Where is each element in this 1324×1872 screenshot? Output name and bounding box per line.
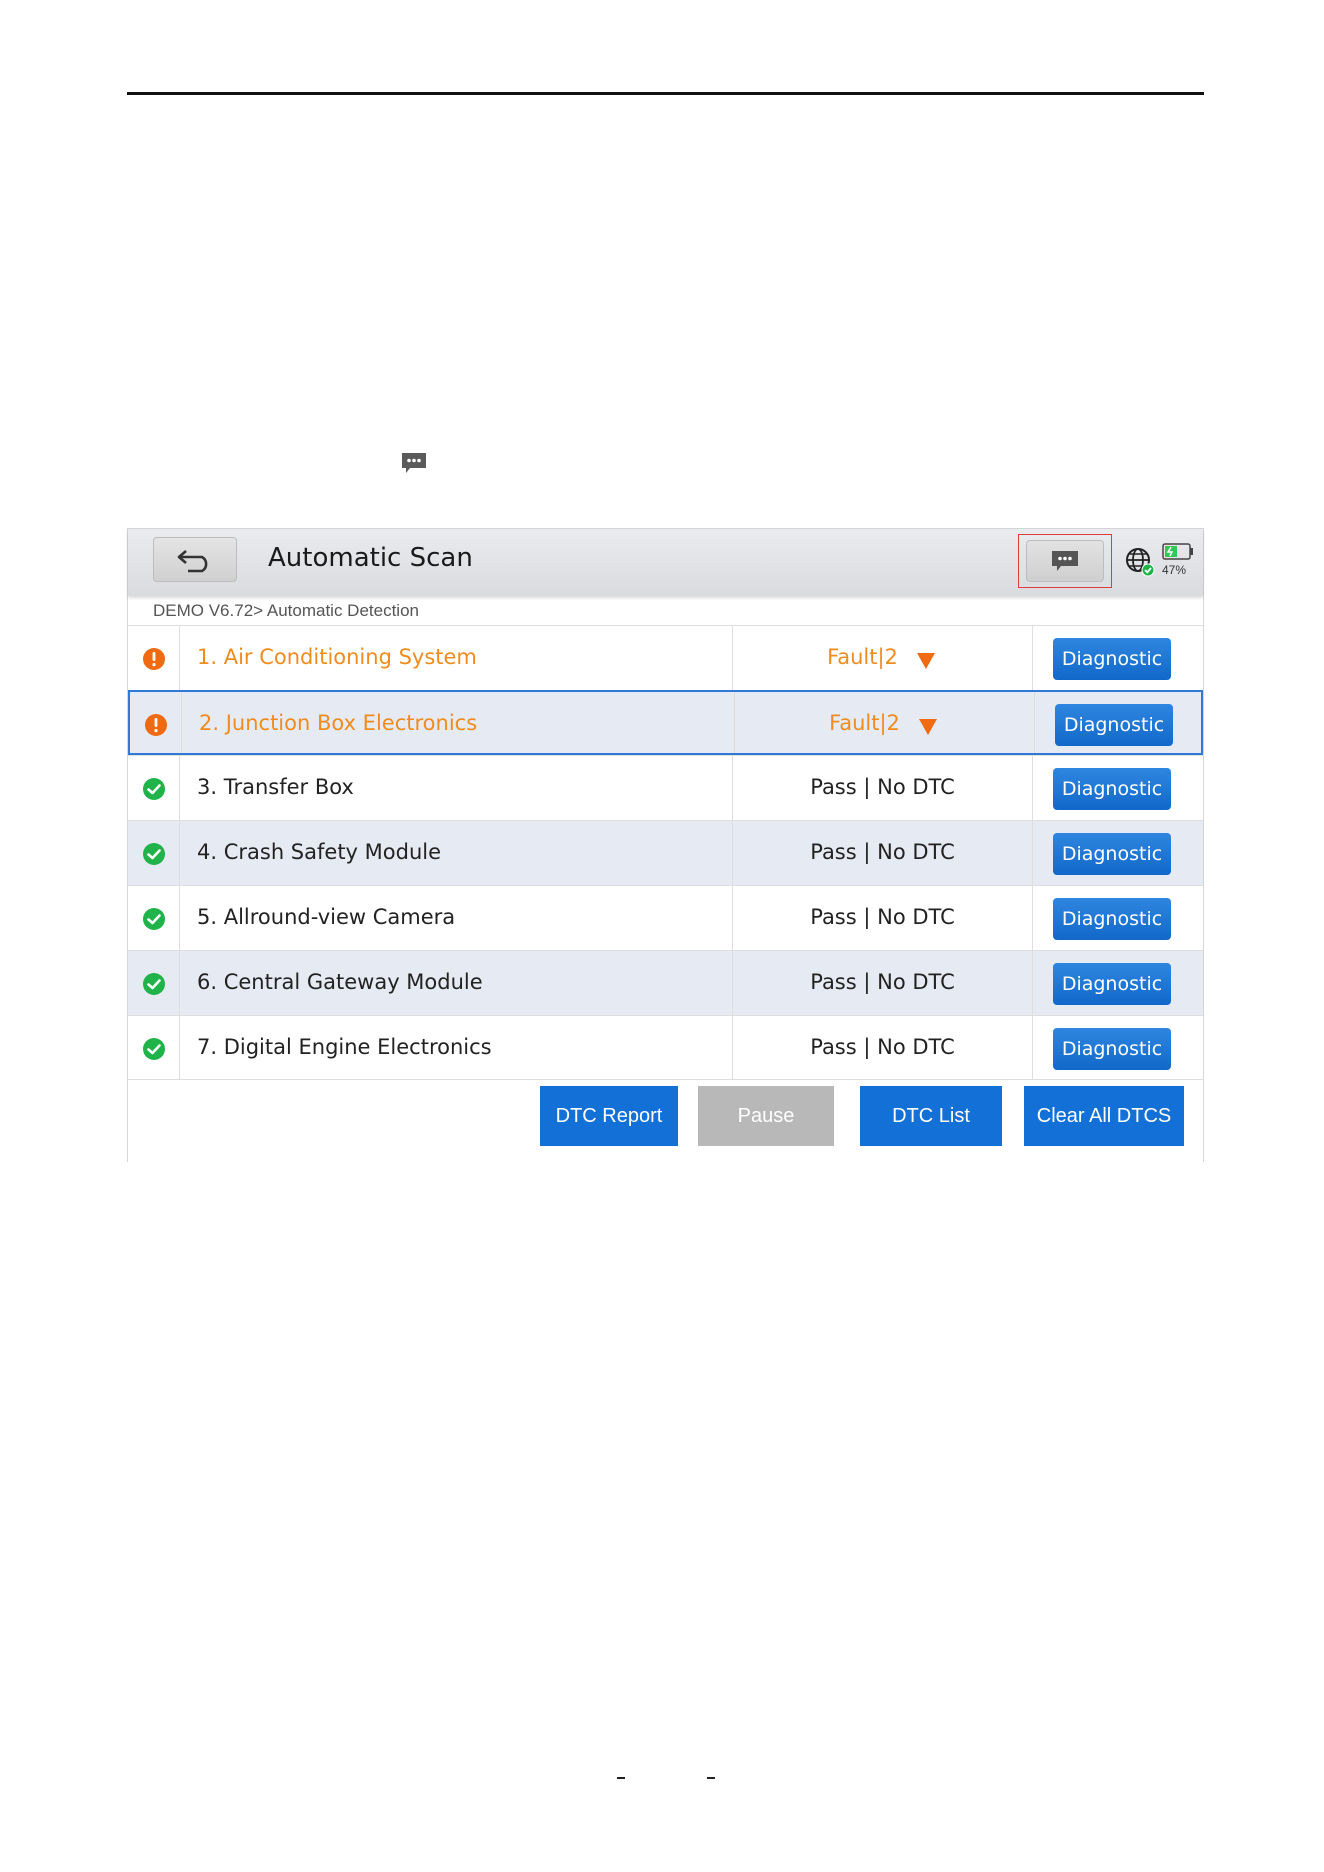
list-item[interactable]: 3. Transfer Box Pass | No DTC Diagnostic — [128, 755, 1203, 820]
check-circle-icon — [143, 973, 165, 995]
action-bar: DTC Report Pause DTC List Clear All DTCS — [128, 1079, 1203, 1162]
pause-button[interactable]: Pause — [698, 1086, 834, 1146]
system-name: 2. Junction Box Electronics — [199, 711, 478, 735]
list-item[interactable]: 4. Crash Safety Module Pass | No DTC Dia… — [128, 820, 1203, 885]
status-cell — [128, 626, 180, 690]
column-divider — [1032, 1016, 1033, 1080]
scan-result: Pass | No DTC — [810, 1035, 955, 1059]
scan-result: Fault|2 — [829, 711, 900, 735]
breadcrumb: DEMO V6.72> Automatic Detection — [153, 601, 419, 620]
diagnostic-button[interactable]: Diagnostic — [1055, 704, 1173, 746]
column-divider — [1032, 886, 1033, 950]
page-footer-mark — [707, 1777, 715, 1779]
status-cell — [128, 756, 180, 820]
status-cell — [128, 821, 180, 885]
title-bar: Automatic Scan 47% — [128, 529, 1203, 596]
page-top-rule — [127, 92, 1204, 95]
message-button[interactable] — [1026, 540, 1104, 582]
column-divider — [1032, 626, 1033, 690]
dtc-list-button[interactable]: DTC List — [860, 1086, 1002, 1146]
list-item[interactable]: 5. Allround-view Camera Pass | No DTC Di… — [128, 885, 1203, 950]
system-name: 6. Central Gateway Module — [197, 970, 483, 994]
chat-bubble-icon — [1052, 551, 1078, 571]
column-divider — [1032, 756, 1033, 820]
diagnostic-button[interactable]: Diagnostic — [1053, 963, 1171, 1005]
battery-percentage: 47% — [1162, 563, 1187, 577]
scan-result: Fault|2 — [827, 645, 898, 669]
column-divider — [1032, 821, 1033, 885]
column-divider — [1034, 692, 1035, 753]
list-item[interactable]: 7. Digital Engine Electronics Pass | No … — [128, 1015, 1203, 1080]
check-circle-icon — [143, 843, 165, 865]
back-button[interactable] — [153, 537, 237, 582]
list-item[interactable]: 1. Air Conditioning System Fault|2 Diagn… — [128, 625, 1203, 690]
diagnostic-button[interactable]: Diagnostic — [1053, 638, 1171, 680]
diagnostic-button[interactable]: Diagnostic — [1053, 768, 1171, 810]
system-name: 5. Allround-view Camera — [197, 905, 456, 929]
scan-result: Pass | No DTC — [810, 775, 955, 799]
check-circle-icon — [143, 1038, 165, 1060]
page-footer-mark — [617, 1777, 625, 1779]
system-name: 1. Air Conditioning System — [197, 645, 477, 669]
expand-triangle-icon[interactable] — [916, 652, 936, 670]
system-name: 4. Crash Safety Module — [197, 840, 442, 864]
system-name: 3. Transfer Box — [197, 775, 354, 799]
expand-triangle-icon[interactable] — [918, 718, 938, 736]
column-divider — [1032, 951, 1033, 1015]
diagnostic-button[interactable]: Diagnostic — [1053, 833, 1171, 875]
message-highlight-frame — [1018, 534, 1112, 588]
status-cell — [130, 692, 182, 753]
dtc-report-button[interactable]: DTC Report — [540, 1086, 678, 1146]
list-item-selected[interactable]: 2. Junction Box Electronics Fault|2 Diag… — [128, 690, 1203, 755]
diagnostic-button[interactable]: Diagnostic — [1053, 898, 1171, 940]
scan-result: Pass | No DTC — [810, 840, 955, 864]
scan-result: Pass | No DTC — [810, 905, 955, 929]
exclamation-circle-icon — [145, 714, 167, 736]
check-circle-icon — [143, 908, 165, 930]
status-cell — [128, 886, 180, 950]
globe-connected-icon[interactable] — [1124, 546, 1156, 578]
system-name: 7. Digital Engine Electronics — [197, 1035, 492, 1059]
device-screen: Automatic Scan 47% DEMO V6.72> Automatic… — [127, 528, 1204, 1162]
battery-icon — [1162, 543, 1193, 560]
list-item[interactable]: 6. Central Gateway Module Pass | No DTC … — [128, 950, 1203, 1015]
diagnostic-button[interactable]: Diagnostic — [1053, 1028, 1171, 1070]
status-cell — [128, 951, 180, 1015]
check-circle-icon — [143, 778, 165, 800]
clear-all-dtcs-button[interactable]: Clear All DTCS — [1024, 1086, 1184, 1146]
exclamation-circle-icon — [143, 648, 165, 670]
chat-bubble-icon — [402, 453, 426, 473]
back-arrow-icon — [177, 549, 208, 572]
status-cell — [128, 1016, 180, 1080]
scan-result: Pass | No DTC — [810, 970, 955, 994]
page-title: Automatic Scan — [268, 543, 473, 573]
